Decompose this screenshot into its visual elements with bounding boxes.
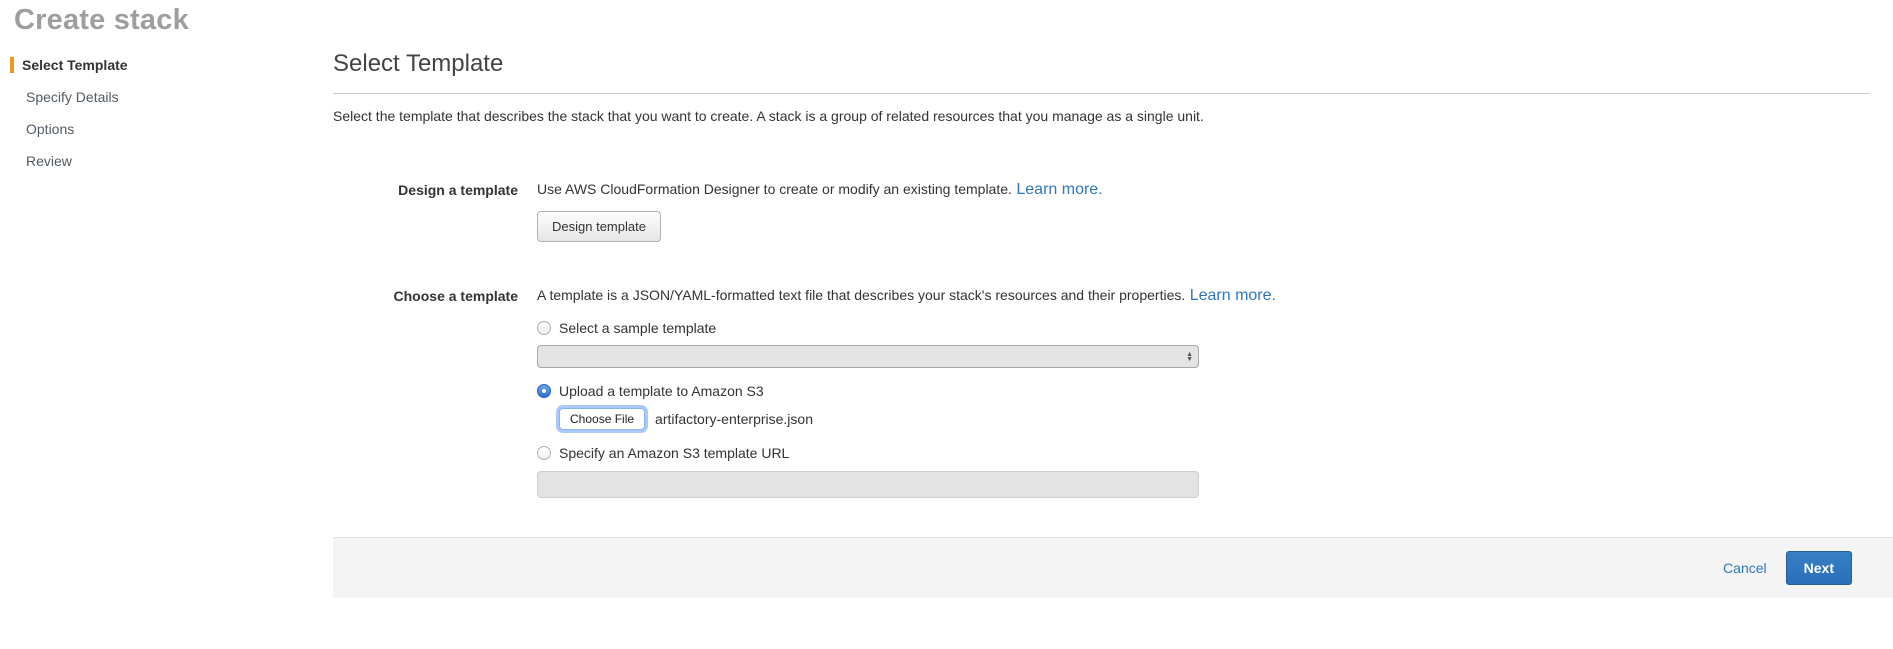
design-template-label: Design a template [333, 181, 518, 242]
section-description: Select the template that describes the s… [333, 108, 1870, 124]
design-template-row: Design a template Use AWS CloudFormation… [333, 181, 1870, 242]
sidebar-item-review[interactable]: Review [10, 153, 290, 169]
radio-upload-s3[interactable]: Upload a template to Amazon S3 [537, 383, 1870, 399]
choose-template-row: Choose a template A template is a JSON/Y… [333, 287, 1870, 498]
sidebar-item-select-template[interactable]: Select Template [10, 57, 290, 73]
heading-divider [333, 93, 1870, 94]
sidebar-item-options[interactable]: Options [10, 121, 290, 137]
main-content: Select Template Select the template that… [333, 50, 1870, 498]
page-title: Create stack [14, 4, 189, 37]
next-button[interactable]: Next [1786, 551, 1852, 585]
radio-sample-template[interactable]: Select a sample template [537, 320, 1870, 336]
wizard-footer: Cancel Next [333, 537, 1893, 598]
design-learn-more-link[interactable]: Learn more. [1016, 181, 1102, 198]
wizard-steps-sidebar: Select Template Specify Details Options … [10, 57, 290, 185]
create-stack-page: Create stack Select Template Specify Det… [0, 0, 1893, 649]
choose-template-label: Choose a template [333, 287, 518, 498]
choose-template-text: A template is a JSON/YAML-formatted text… [537, 287, 1185, 303]
radio-button-icon[interactable] [537, 384, 551, 398]
radio-sample-template-label: Select a sample template [559, 320, 716, 336]
radio-specify-url[interactable]: Specify an Amazon S3 template URL [537, 445, 1870, 461]
file-upload-row: Choose File artifactory-enterprise.json [559, 408, 1870, 430]
choose-file-button[interactable]: Choose File [559, 408, 645, 430]
select-stepper-icon: ▲▼ [1186, 352, 1193, 362]
radio-button-icon[interactable] [537, 446, 551, 460]
cancel-button[interactable]: Cancel [1723, 560, 1767, 576]
design-template-text: Use AWS CloudFormation Designer to creat… [537, 181, 1012, 197]
section-heading: Select Template [333, 50, 1870, 78]
uploaded-file-name: artifactory-enterprise.json [655, 411, 813, 427]
radio-button-icon[interactable] [537, 321, 551, 335]
sample-template-select[interactable]: ▲▼ [537, 345, 1199, 368]
sidebar-item-specify-details[interactable]: Specify Details [10, 89, 290, 105]
design-template-button[interactable]: Design template [537, 211, 661, 242]
radio-upload-s3-label: Upload a template to Amazon S3 [559, 383, 764, 399]
radio-specify-url-label: Specify an Amazon S3 template URL [559, 445, 789, 461]
s3-url-input[interactable] [537, 471, 1199, 498]
choose-learn-more-link[interactable]: Learn more. [1190, 287, 1276, 304]
